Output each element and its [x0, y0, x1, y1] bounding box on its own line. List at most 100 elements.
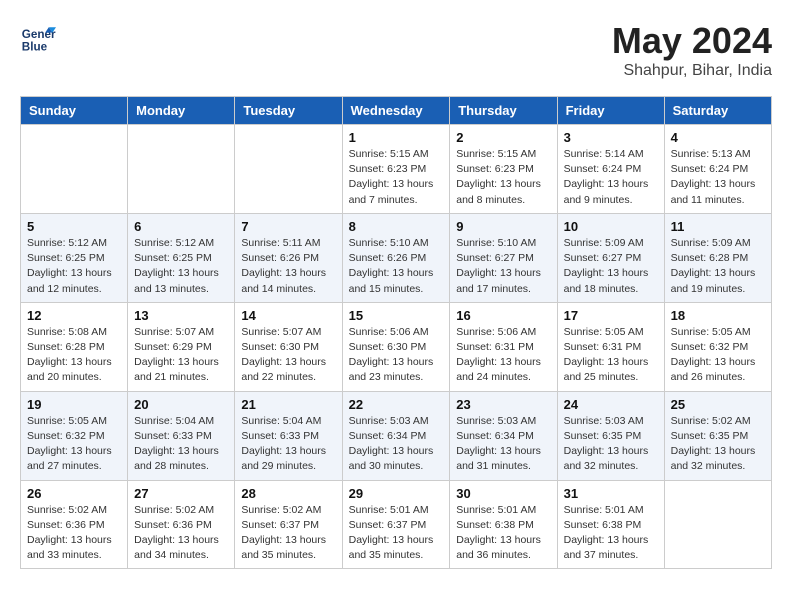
day-cell: 30 Sunrise: 5:01 AMSunset: 6:38 PMDayligh…	[450, 480, 557, 569]
day-info: Sunrise: 5:02 AMSunset: 6:36 PMDaylight:…	[27, 503, 121, 564]
day-info: Sunrise: 5:03 AMSunset: 6:34 PMDaylight:…	[349, 414, 444, 475]
day-cell: 20Sunrise: 5:04 AMSunset: 6:33 PMDayligh…	[128, 391, 235, 480]
day-number: 4	[671, 130, 765, 145]
day-cell: 17 Sunrise: 5:05 AMSunset: 6:31 PMDayligh…	[557, 302, 664, 391]
weekday-header-thursday: Thursday	[450, 97, 557, 125]
day-info: Sunrise: 5:05 AMSunset: 6:31 PMDaylight:…	[564, 325, 658, 386]
day-number: 15	[349, 308, 444, 323]
logo-icon: General Blue	[20, 20, 56, 56]
day-number: 25	[671, 397, 765, 412]
weekday-header-friday: Friday	[557, 97, 664, 125]
day-number: 8	[349, 219, 444, 234]
day-number: 26	[27, 486, 121, 501]
day-cell: 1 Sunrise: 5:15 AMSunset: 6:23 PMDaylight…	[342, 125, 450, 214]
logo: General Blue	[20, 20, 56, 56]
month-title: May 2024	[612, 20, 772, 62]
day-cell: 2 Sunrise: 5:15 AMSunset: 6:23 PMDaylight…	[450, 125, 557, 214]
day-cell	[664, 480, 771, 569]
day-info: Sunrise: 5:12 AMSunset: 6:25 PMDaylight:…	[134, 236, 228, 297]
day-info: Sunrise: 5:01 AMSunset: 6:37 PMDaylight:…	[349, 503, 444, 564]
weekday-header-saturday: Saturday	[664, 97, 771, 125]
day-number: 31	[564, 486, 658, 501]
day-info: Sunrise: 5:05 AMSunset: 6:32 PMDaylight:…	[671, 325, 765, 386]
day-cell: 25 Sunrise: 5:02 AMSunset: 6:35 PMDayligh…	[664, 391, 771, 480]
day-cell: 13Sunrise: 5:07 AMSunset: 6:29 PMDayligh…	[128, 302, 235, 391]
day-cell: 11 Sunrise: 5:09 AMSunset: 6:28 PMDayligh…	[664, 213, 771, 302]
day-cell: 28Sunrise: 5:02 AMSunset: 6:37 PMDayligh…	[235, 480, 342, 569]
day-cell: 14 Sunrise: 5:07 AMSunset: 6:30 PMDayligh…	[235, 302, 342, 391]
day-info: Sunrise: 5:08 AMSunset: 6:28 PMDaylight:…	[27, 325, 121, 386]
day-cell: 29 Sunrise: 5:01 AMSunset: 6:37 PMDayligh…	[342, 480, 450, 569]
day-info: Sunrise: 5:10 AMSunset: 6:27 PMDaylight:…	[456, 236, 550, 297]
day-number: 7	[241, 219, 335, 234]
calendar-table: SundayMondayTuesdayWednesdayThursdayFrid…	[20, 96, 772, 569]
day-cell: 19 Sunrise: 5:05 AMSunset: 6:32 PMDayligh…	[21, 391, 128, 480]
day-cell: 3Sunrise: 5:14 AMSunset: 6:24 PMDaylight…	[557, 125, 664, 214]
day-info: Sunrise: 5:15 AMSunset: 6:23 PMDaylight:…	[349, 147, 444, 208]
day-info: Sunrise: 5:12 AMSunset: 6:25 PMDaylight:…	[27, 236, 121, 297]
day-cell: 9 Sunrise: 5:10 AMSunset: 6:27 PMDaylight…	[450, 213, 557, 302]
day-info: Sunrise: 5:03 AMSunset: 6:35 PMDaylight:…	[564, 414, 658, 475]
day-info: Sunrise: 5:13 AMSunset: 6:24 PMDaylight:…	[671, 147, 765, 208]
day-number: 14	[241, 308, 335, 323]
day-number: 30	[456, 486, 550, 501]
week-row-4: 19 Sunrise: 5:05 AMSunset: 6:32 PMDayligh…	[21, 391, 772, 480]
weekday-header-monday: Monday	[128, 97, 235, 125]
day-cell	[128, 125, 235, 214]
day-cell: 15Sunrise: 5:06 AMSunset: 6:30 PMDayligh…	[342, 302, 450, 391]
day-number: 29	[349, 486, 444, 501]
day-info: Sunrise: 5:01 AMSunset: 6:38 PMDaylight:…	[456, 503, 550, 564]
day-number: 6	[134, 219, 228, 234]
day-info: Sunrise: 5:03 AMSunset: 6:34 PMDaylight:…	[456, 414, 550, 475]
day-info: Sunrise: 5:06 AMSunset: 6:31 PMDaylight:…	[456, 325, 550, 386]
day-number: 17	[564, 308, 658, 323]
day-info: Sunrise: 5:02 AMSunset: 6:36 PMDaylight:…	[134, 503, 228, 564]
day-number: 2	[456, 130, 550, 145]
day-cell: 27Sunrise: 5:02 AMSunset: 6:36 PMDayligh…	[128, 480, 235, 569]
day-cell: 23 Sunrise: 5:03 AMSunset: 6:34 PMDayligh…	[450, 391, 557, 480]
title-block: May 2024 Shahpur, Bihar, India	[612, 20, 772, 80]
day-info: Sunrise: 5:04 AMSunset: 6:33 PMDaylight:…	[134, 414, 228, 475]
weekday-header-row: SundayMondayTuesdayWednesdayThursdayFrid…	[21, 97, 772, 125]
day-number: 22	[349, 397, 444, 412]
day-info: Sunrise: 5:01 AMSunset: 6:38 PMDaylight:…	[564, 503, 658, 564]
day-cell: 4 Sunrise: 5:13 AMSunset: 6:24 PMDaylight…	[664, 125, 771, 214]
svg-text:Blue: Blue	[22, 41, 48, 54]
day-number: 13	[134, 308, 228, 323]
day-cell: 10Sunrise: 5:09 AMSunset: 6:27 PMDayligh…	[557, 213, 664, 302]
day-number: 9	[456, 219, 550, 234]
day-cell	[21, 125, 128, 214]
day-info: Sunrise: 5:02 AMSunset: 6:35 PMDaylight:…	[671, 414, 765, 475]
day-cell: 26 Sunrise: 5:02 AMSunset: 6:36 PMDayligh…	[21, 480, 128, 569]
day-info: Sunrise: 5:11 AMSunset: 6:26 PMDaylight:…	[241, 236, 335, 297]
day-cell: 24 Sunrise: 5:03 AMSunset: 6:35 PMDayligh…	[557, 391, 664, 480]
day-cell: 7 Sunrise: 5:11 AMSunset: 6:26 PMDaylight…	[235, 213, 342, 302]
location: Shahpur, Bihar, India	[612, 62, 772, 80]
day-info: Sunrise: 5:15 AMSunset: 6:23 PMDaylight:…	[456, 147, 550, 208]
week-row-3: 12Sunrise: 5:08 AMSunset: 6:28 PMDayligh…	[21, 302, 772, 391]
day-number: 23	[456, 397, 550, 412]
week-row-1: 1 Sunrise: 5:15 AMSunset: 6:23 PMDaylight…	[21, 125, 772, 214]
weekday-header-wednesday: Wednesday	[342, 97, 450, 125]
day-cell: 16 Sunrise: 5:06 AMSunset: 6:31 PMDayligh…	[450, 302, 557, 391]
day-info: Sunrise: 5:07 AMSunset: 6:30 PMDaylight:…	[241, 325, 335, 386]
day-info: Sunrise: 5:04 AMSunset: 6:33 PMDaylight:…	[241, 414, 335, 475]
day-cell: 6 Sunrise: 5:12 AMSunset: 6:25 PMDaylight…	[128, 213, 235, 302]
day-number: 19	[27, 397, 121, 412]
day-number: 18	[671, 308, 765, 323]
day-number: 24	[564, 397, 658, 412]
day-cell: 21Sunrise: 5:04 AMSunset: 6:33 PMDayligh…	[235, 391, 342, 480]
day-info: Sunrise: 5:09 AMSunset: 6:28 PMDaylight:…	[671, 236, 765, 297]
week-row-2: 5Sunrise: 5:12 AMSunset: 6:25 PMDaylight…	[21, 213, 772, 302]
day-cell: 8Sunrise: 5:10 AMSunset: 6:26 PMDaylight…	[342, 213, 450, 302]
weekday-header-tuesday: Tuesday	[235, 97, 342, 125]
day-number: 1	[349, 130, 444, 145]
day-number: 28	[241, 486, 335, 501]
day-cell: 5Sunrise: 5:12 AMSunset: 6:25 PMDaylight…	[21, 213, 128, 302]
day-number: 11	[671, 219, 765, 234]
week-row-5: 26 Sunrise: 5:02 AMSunset: 6:36 PMDayligh…	[21, 480, 772, 569]
day-number: 16	[456, 308, 550, 323]
day-cell	[235, 125, 342, 214]
weekday-header-sunday: Sunday	[21, 97, 128, 125]
day-info: Sunrise: 5:05 AMSunset: 6:32 PMDaylight:…	[27, 414, 121, 475]
